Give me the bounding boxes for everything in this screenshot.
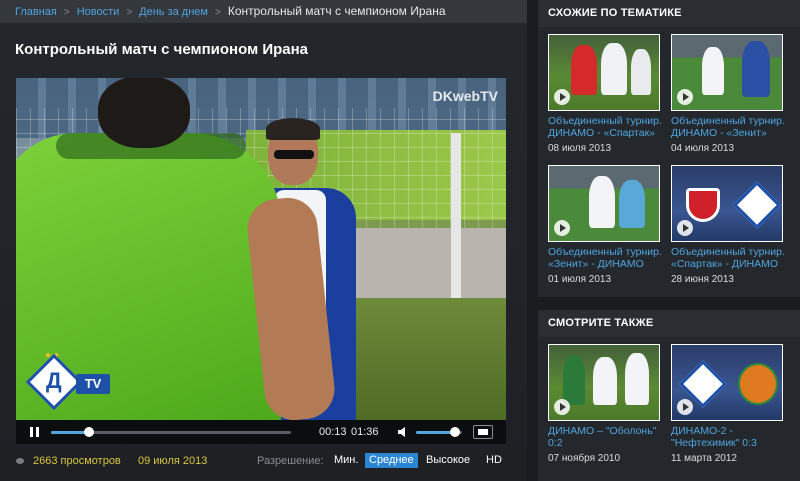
fullscreen-icon — [478, 429, 488, 435]
video-frame-coach-hair — [266, 118, 320, 140]
video-meta: 2663 просмотров 09 июля 2013 Разрешение:… — [16, 453, 506, 469]
resolution-medium[interactable]: Среднее — [365, 453, 418, 468]
card-date: 07 ноября 2010 — [548, 453, 621, 464]
video-logo-tv: TV — [76, 374, 110, 394]
fullscreen-button[interactable] — [473, 425, 493, 439]
thumbnail-player — [631, 49, 651, 95]
card-date: 08 июля 2013 — [548, 143, 612, 154]
card-title[interactable]: Объединенный турнир. «Зенит» - ДИНАМО — [548, 246, 668, 270]
video-thumbnail[interactable] — [548, 165, 660, 242]
breadcrumb-current: Контрольный матч с чемпионом Ирана — [227, 4, 446, 18]
eye-icon — [16, 458, 24, 464]
card-date: 01 июля 2013 — [548, 274, 612, 285]
video-logo-letter: Д — [46, 368, 62, 393]
video-thumbnail[interactable] — [671, 165, 783, 242]
card-title[interactable]: ДИНАМО-2 - "Нефтехимик" 0:3 — [671, 425, 791, 449]
related-header: СХОЖИЕ ПО ТЕМАТИКЕ — [538, 0, 800, 27]
play-icon — [677, 220, 693, 236]
thumbnail-player — [619, 180, 645, 228]
pause-icon — [36, 427, 39, 437]
resolution-min[interactable]: Мин. — [330, 453, 362, 468]
card-title[interactable]: ДИНАМО – "Оболонь" 0:2 — [548, 425, 668, 449]
card-date: 28 июня 2013 — [671, 274, 734, 285]
thumbnail-player — [589, 176, 615, 228]
video-frame-wall — [346, 228, 506, 308]
resolution-label: Разрешение: — [257, 455, 324, 467]
view-count: 2663 просмотров — [33, 455, 121, 467]
see-also-panel: ДИНАМО – "Оболонь" 0:2 07 ноября 2010 ДИ… — [538, 337, 800, 481]
card-title[interactable]: Объединенный турнир. «Спартак» - ДИНАМО — [671, 246, 791, 270]
resolution-hd[interactable]: HD — [482, 453, 506, 468]
breadcrumb-separator-icon: > — [126, 7, 133, 18]
seek-handle[interactable] — [84, 427, 95, 437]
video-frame-coach-glasses — [274, 150, 314, 159]
volume-handle[interactable] — [450, 427, 461, 437]
spartak-logo-icon — [686, 188, 720, 222]
total-time: 01:36 — [351, 426, 379, 438]
video-thumbnail[interactable] — [548, 344, 660, 421]
breadcrumb-news[interactable]: Новости — [77, 6, 120, 18]
publish-date: 09 июля 2013 — [138, 455, 208, 467]
resolution-high[interactable]: Высокое — [422, 453, 474, 468]
thumbnail-player — [601, 43, 627, 95]
play-icon — [677, 89, 693, 105]
card-date: 11 марта 2012 — [671, 453, 737, 464]
card-date: 04 июля 2013 — [671, 143, 735, 154]
related-panel: Объединенный турнир. ДИНАМО - «Спартак» … — [538, 27, 800, 297]
breadcrumb-separator-icon: > — [63, 7, 70, 18]
breadcrumb-home[interactable]: Главная — [15, 6, 57, 18]
page-title: Контрольный матч с чемпионом Ирана — [15, 41, 309, 58]
breadcrumb-day-by-day[interactable]: День за днем — [139, 6, 208, 18]
video-thumbnail[interactable] — [548, 34, 660, 111]
volume-icon[interactable] — [398, 427, 410, 437]
video-watermark: DKwebTV — [432, 88, 498, 104]
play-icon — [677, 399, 693, 415]
sidebar: СХОЖИЕ ПО ТЕМАТИКЕ Объединенный турнир. … — [538, 0, 800, 481]
thumbnail-player — [742, 41, 770, 97]
video-controls: 00:13 01:36 — [16, 420, 506, 444]
thumbnail-player — [625, 353, 649, 405]
thumbnail-player — [563, 355, 585, 405]
play-icon — [554, 399, 570, 415]
video-frame-player-head — [98, 78, 190, 148]
video-thumbnail[interactable] — [671, 34, 783, 111]
play-icon — [554, 89, 570, 105]
main-column: Главная > Новости > День за днем > Контрольный… — [0, 0, 527, 481]
play-icon — [554, 220, 570, 236]
breadcrumb: Главная > Новости > День за днем > Контрольный… — [0, 0, 527, 23]
video-thumbnail[interactable] — [671, 344, 783, 421]
thumbnail-player — [702, 47, 724, 95]
elapsed-time: 00:13 — [319, 426, 347, 438]
neftekhimik-logo-icon — [738, 363, 778, 405]
pause-button[interactable] — [30, 427, 39, 437]
video-player[interactable]: DKwebTV ★★ Д TV — [16, 78, 506, 420]
card-title[interactable]: Объединенный турнир. ДИНАМО - «Зенит» — [671, 115, 791, 139]
card-title[interactable]: Объединенный турнир. ДИНАМО - «Спартак» — [548, 115, 668, 139]
breadcrumb-separator-icon: > — [214, 7, 221, 18]
thumbnail-player — [571, 45, 597, 95]
see-also-header: СМОТРИТЕ ТАКЖЕ — [538, 310, 800, 337]
thumbnail-player — [593, 357, 617, 405]
pause-icon — [30, 427, 33, 437]
